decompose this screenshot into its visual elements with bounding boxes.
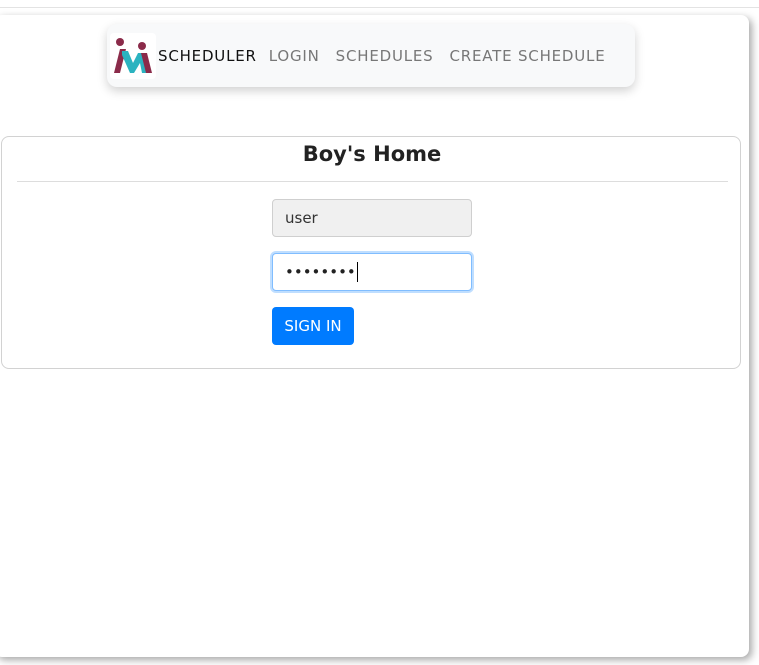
nav-brand[interactable]: SCHEDULER	[158, 47, 257, 65]
nav-link-create-schedule[interactable]: CREATE SCHEDULE	[450, 47, 606, 65]
browser-top-divider	[0, 7, 759, 8]
password-field[interactable]: ••••••••	[272, 253, 472, 291]
nav-link-schedules[interactable]: SCHEDULES	[336, 47, 434, 65]
navbar: SCHEDULER LOGIN SCHEDULES CREATE SCHEDUL…	[107, 24, 635, 87]
card-title: Boy's Home	[302, 142, 442, 166]
text-caret	[356, 262, 358, 282]
username-value: user	[285, 209, 318, 227]
card-divider	[17, 181, 728, 182]
password-value: ••••••••	[285, 263, 356, 281]
sign-in-button[interactable]: SIGN IN	[272, 307, 354, 345]
login-card: Boy's Home user •••••••• SIGN IN	[1, 136, 741, 369]
scheduler-logo-icon[interactable]	[110, 32, 156, 79]
nav-link-login[interactable]: LOGIN	[269, 47, 320, 65]
username-field[interactable]: user	[272, 199, 472, 237]
